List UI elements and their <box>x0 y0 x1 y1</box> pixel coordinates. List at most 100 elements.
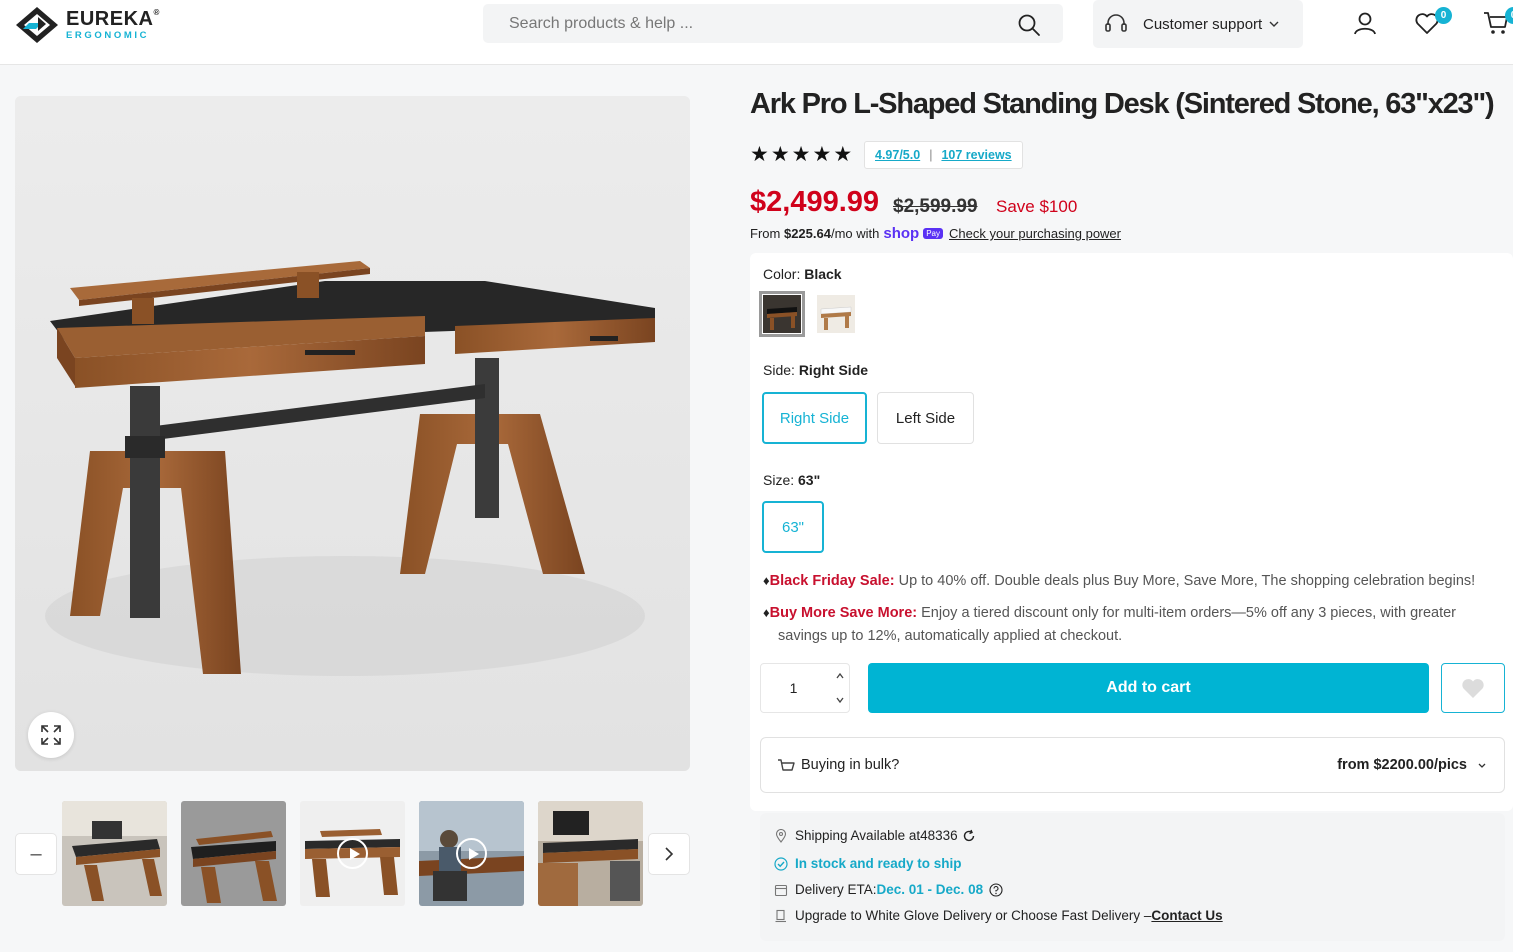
chevron-down-icon <box>836 697 844 704</box>
thumbnail-2[interactable] <box>181 801 286 906</box>
standing-desk-photo <box>15 96 690 771</box>
color-option-label: Color: Black <box>763 266 842 282</box>
star-icon: ★ <box>812 143 832 166</box>
quantity-increase-button[interactable] <box>830 664 850 688</box>
promo-title: Buy More Save More: <box>769 605 918 621</box>
star-icon: ★ <box>770 143 790 166</box>
headset-icon <box>1105 14 1127 32</box>
logo[interactable]: EUREKA® ERGONOMIC <box>16 7 160 43</box>
promo-title: Black Friday Sale: <box>769 573 895 589</box>
rating-summary: 4.97/5.0 | 107 reviews <box>864 141 1023 169</box>
stock-status: In stock and ready to ship <box>774 856 962 871</box>
installment-amount: $225.64 <box>783 226 831 241</box>
installment-prefix: From <box>750 226 781 241</box>
bulk-order-accordion[interactable]: Buying in bulk? from $2200.00/pics <box>760 737 1505 793</box>
search-input[interactable] <box>509 4 989 43</box>
zoom-button[interactable] <box>28 712 74 758</box>
location-pin-icon <box>775 828 787 843</box>
thumbnail-image <box>538 801 643 906</box>
swatch-image <box>817 295 855 333</box>
bulk-price: from $2200.00/pics <box>1337 757 1467 773</box>
play-icon <box>456 838 487 869</box>
star-rating: ★ ★ ★ ★ ★ <box>750 144 852 166</box>
add-to-cart-button[interactable]: Add to cart <box>868 663 1429 713</box>
quantity-input[interactable] <box>761 664 826 712</box>
product-title: Ark Pro L-Shaped Standing Desk (Sintered… <box>750 88 1495 120</box>
save-amount: Save $100 <box>996 197 1078 216</box>
play-icon <box>337 838 368 869</box>
thumbnail-next-button[interactable] <box>648 833 690 875</box>
refresh-icon[interactable] <box>962 829 976 843</box>
shop-pay-badge: Pay <box>923 228 944 239</box>
purchasing-power-link[interactable]: Check your purchasing power <box>949 226 1121 241</box>
size-63-button[interactable]: 63" <box>762 501 824 553</box>
compare-price: $2,599.99 <box>893 196 978 217</box>
chevron-down-icon <box>1478 763 1486 768</box>
thumbnail-prev-button[interactable]: – <box>15 833 57 875</box>
heart-icon <box>1462 679 1484 698</box>
sale-price: $2,499.99 <box>750 186 880 218</box>
check-circle-icon <box>774 856 788 871</box>
chevron-down-icon <box>1269 21 1279 27</box>
account-icon[interactable] <box>1352 10 1378 36</box>
side-right-button[interactable]: Right Side <box>762 392 867 444</box>
side-option-label: Side: Right Side <box>763 362 869 378</box>
tag-icon: ♦ <box>763 573 770 588</box>
calendar-icon <box>774 884 788 896</box>
star-icon: ★ <box>791 143 811 166</box>
size-option-label: Size: 63" <box>763 472 821 488</box>
chevron-right-icon <box>665 847 674 861</box>
thumbnail-5[interactable] <box>538 801 643 906</box>
product-options: Color: Black Side: Right Side Right Side… <box>750 253 1513 811</box>
customer-support-label: Customer support <box>1143 15 1263 33</box>
search-bar <box>483 4 1063 43</box>
product-main-image[interactable] <box>15 96 690 771</box>
wishlist-button[interactable]: 0 <box>1414 7 1452 36</box>
cart-button[interactable]: 0 <box>1483 7 1513 36</box>
add-to-wishlist-button[interactable] <box>1441 663 1505 713</box>
hand-truck-icon <box>775 909 786 922</box>
star-icon: ★ <box>833 143 853 166</box>
thumbnail-1[interactable] <box>62 801 167 906</box>
thumbnail-4-video[interactable] <box>419 801 524 906</box>
quantity-decrease-button[interactable] <box>830 688 850 712</box>
reviews-link[interactable]: 107 reviews <box>941 148 1011 162</box>
contact-us-link[interactable]: Contact Us <box>1151 908 1222 923</box>
bulk-label: Buying in bulk? <box>801 757 900 773</box>
logo-subtitle: ERGONOMIC <box>66 30 150 42</box>
search-icon[interactable] <box>1017 13 1041 37</box>
delivery-eta: Delivery ETA: Dec. 01 - Dec. 08 <box>774 882 1010 897</box>
delivery-eta-range: Dec. 01 - Dec. 08 <box>876 882 984 897</box>
divider: | <box>929 148 933 162</box>
swatch-black[interactable] <box>759 291 805 337</box>
customer-support-menu[interactable]: Customer support <box>1093 0 1303 48</box>
installment-info: From $225.64/mo with shop Pay Check your… <box>750 225 1121 242</box>
promo-text: Up to 40% off. Double deals plus Buy Mor… <box>894 573 1476 589</box>
shipping-info: Shipping Available at 48336 In stock and… <box>760 813 1505 941</box>
logo-brand-text: EUREKA <box>66 8 154 31</box>
shipping-availability: Shipping Available at 48336 <box>774 828 983 843</box>
registered-mark: ® <box>153 8 160 18</box>
installment-suffix: /mo with <box>830 226 880 241</box>
rating-score-link[interactable]: 4.97/5.0 <box>875 148 920 162</box>
expand-icon <box>41 725 61 745</box>
cart-icon <box>778 759 795 771</box>
shop-pay-logo: shop <box>883 225 920 242</box>
thumbnail-3-video[interactable] <box>300 801 405 906</box>
star-icon: ★ <box>750 143 769 166</box>
wishlist-count-badge: 0 <box>1435 7 1452 24</box>
zip-code: 48336 <box>920 828 958 843</box>
tag-icon: ♦ <box>763 605 770 620</box>
swatch-image <box>763 295 801 333</box>
side-left-button[interactable]: Left Side <box>877 392 974 444</box>
size-selected-value: 63" <box>798 472 821 488</box>
help-circle-icon[interactable] <box>989 882 1003 897</box>
site-header: EUREKA® ERGONOMIC Customer support 0 <box>0 0 1513 65</box>
black-friday-promo: ♦Black Friday Sale: Up to 40% off. Doubl… <box>763 569 1503 593</box>
promo-text: Enjoy a tiered discount only for multi-i… <box>917 605 1457 621</box>
thumbnail-image <box>181 801 286 906</box>
swatch-white[interactable] <box>813 291 859 337</box>
side-selected-value: Right Side <box>798 362 869 378</box>
delivery-upgrade: Upgrade to White Glove Delivery or Choos… <box>774 908 1223 923</box>
quantity-stepper <box>760 663 850 713</box>
